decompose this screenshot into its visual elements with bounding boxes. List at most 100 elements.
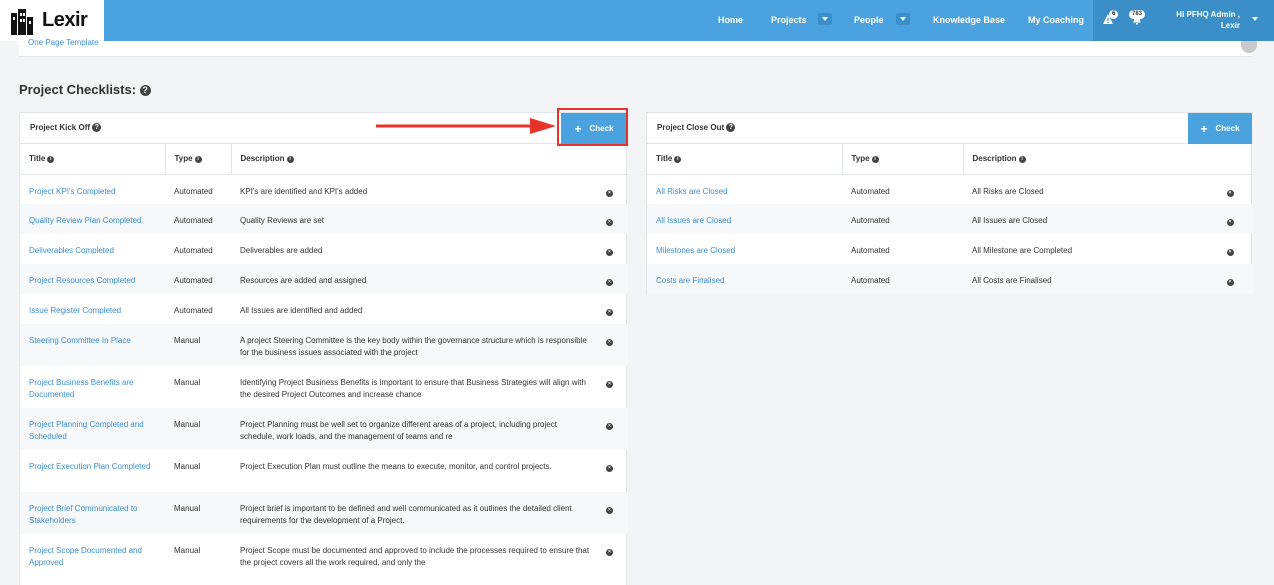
remove-icon[interactable]: ×	[1226, 279, 1234, 286]
column-header-type[interactable]: Type i	[842, 144, 964, 175]
row-delete: ×	[591, 294, 628, 324]
row-title-link[interactable]: All Issues are Closed	[647, 204, 842, 234]
nav-my-coaching[interactable]: My Coaching	[1028, 0, 1084, 41]
row-description: All Risks are Closed	[972, 186, 1044, 196]
column-header-label: Title	[29, 154, 46, 164]
row-type: Automated	[851, 246, 890, 255]
remove-icon[interactable]: ×	[606, 549, 613, 556]
row-description: KPI's are identified and KPI's added	[240, 186, 368, 196]
row-description: Project Planning must be well set to org…	[240, 420, 557, 441]
row-description: All Milestone are Completed	[972, 246, 1073, 255]
row-description: All Costs are Finalised	[972, 276, 1052, 285]
row-delete: ×	[591, 204, 628, 234]
remove-icon[interactable]: ×	[606, 279, 613, 286]
remove-icon[interactable]: ×	[606, 249, 613, 256]
kickoff-card: Project Kick Off ? + Check Title i Type i …	[19, 112, 628, 585]
people-dropdown-icon[interactable]	[896, 13, 910, 25]
row-delete: ×	[1207, 234, 1253, 264]
closeout-title-text: Project Close Out	[657, 123, 725, 132]
column-header-description[interactable]: Description i	[231, 144, 591, 175]
logo-text: Lexir	[42, 9, 88, 31]
row-title-link[interactable]: Project Scope Documented and Approved	[20, 534, 165, 576]
plus-icon: +	[1200, 121, 1208, 136]
row-delete: ×	[1207, 204, 1253, 234]
remove-icon[interactable]: ×	[606, 219, 613, 226]
table-row: Project Planning Completed and Scheduled…	[20, 408, 628, 450]
row-title-link[interactable]: All Risks are Closed	[647, 174, 842, 204]
table-row: Milestones are Closed Automated All Milest…	[647, 234, 1253, 264]
edit-icon[interactable]	[1241, 41, 1257, 53]
nav-home[interactable]: Home	[718, 0, 743, 41]
row-title-link[interactable]: Project Business Benefits are Documented	[20, 366, 165, 408]
table-row: All Issues are Closed Automated All Issues…	[647, 204, 1253, 234]
building-logo-icon	[11, 8, 33, 35]
remove-icon[interactable]: ×	[606, 339, 613, 346]
remove-icon[interactable]: ×	[606, 465, 613, 472]
row-title-link[interactable]: Project Execution Plan Completed	[20, 450, 165, 492]
row-title-link[interactable]: Quality Review Plan Completed	[20, 204, 165, 234]
remove-icon[interactable]: ×	[1226, 249, 1234, 256]
help-icon[interactable]: ?	[139, 85, 151, 97]
nav-projects[interactable]: Projects	[771, 0, 807, 41]
row-description: Project Execution Plan must outline the …	[240, 462, 552, 471]
row-description: All Issues are identified and added	[240, 306, 363, 315]
row-description: Deliverables are added	[240, 246, 323, 255]
closeout-table: Title i Type i Description i All Risks are …	[647, 144, 1253, 294]
row-title-link[interactable]: Steering Committee In Place	[20, 324, 165, 366]
column-header-label: Title	[656, 154, 673, 164]
row-title-link[interactable]: Milestones are Closed	[647, 234, 842, 264]
column-header-type[interactable]: Type i	[165, 144, 232, 175]
row-type: Manual	[174, 504, 201, 513]
row-delete: ×	[591, 324, 628, 366]
remove-icon[interactable]: ×	[606, 423, 613, 430]
remove-icon[interactable]: ×	[606, 309, 613, 316]
table-row: Quality Review Plan Completed Automated Qu…	[20, 204, 628, 234]
help-icon[interactable]: ?	[726, 123, 736, 133]
closeout-add-check-button[interactable]: + Check	[1188, 113, 1252, 144]
remove-icon[interactable]: ×	[606, 189, 613, 197]
kickoff-title: Project Kick Off ?	[30, 123, 102, 133]
nav-people[interactable]: People	[854, 0, 884, 41]
row-delete: ×	[591, 450, 628, 492]
remove-icon[interactable]: ×	[606, 381, 613, 388]
remove-icon[interactable]: ×	[606, 507, 613, 514]
remove-icon[interactable]: ×	[1226, 219, 1234, 226]
page-title: Project Checklists: ?	[19, 82, 151, 97]
row-type: Automated	[174, 186, 213, 196]
row-type: Automated	[174, 276, 213, 285]
row-title-link[interactable]: Project Resources Completed	[20, 264, 165, 294]
row-description: Project Scope must be documented and app…	[240, 546, 590, 567]
row-delete: ×	[1207, 174, 1253, 204]
row-title-link[interactable]: Project Brief Communicated to Stakeholde…	[20, 492, 165, 534]
row-title-link[interactable]: Project KPI's Completed	[20, 174, 165, 204]
table-row: Project Business Benefits are Documented…	[20, 366, 628, 408]
help-icon[interactable]: ?	[92, 123, 102, 133]
closeout-check-label: Check	[1215, 124, 1240, 133]
column-header-title[interactable]: Title i	[20, 144, 166, 175]
row-delete: ×	[591, 492, 628, 534]
row-title-link[interactable]: Project Planning Completed and Scheduled	[20, 408, 165, 450]
user-dropdown-icon[interactable]	[1248, 13, 1262, 25]
row-delete: ×	[591, 408, 628, 450]
info-icon: i	[674, 155, 682, 163]
row-delete: ×	[591, 534, 628, 576]
projects-dropdown-icon[interactable]	[818, 13, 832, 25]
column-header-label: Description	[972, 154, 1017, 164]
column-header-title[interactable]: Title i	[647, 144, 843, 175]
row-title-link[interactable]: Issue Register Completed	[20, 294, 165, 324]
one-page-template-link[interactable]: One Page Template	[28, 38, 99, 47]
user-greeting[interactable]: Hi PFHQ Admin , Lexir	[1168, 9, 1240, 31]
row-title-link[interactable]: Deliverables Completed	[20, 234, 165, 264]
table-row: Costs are Finalised Automated All Costs ar…	[647, 264, 1253, 294]
row-title-link[interactable]: Costs are Finalised	[647, 264, 842, 294]
closeout-card: Project Close Out ? + Check Title i Type i…	[646, 112, 1253, 294]
remove-icon[interactable]: ×	[1226, 189, 1234, 197]
nav-knowledge-base[interactable]: Knowledge Base	[933, 0, 1005, 41]
top-nav: Lexir Home Projects People Knowledge Bas…	[0, 0, 1274, 41]
logo[interactable]: Lexir	[0, 0, 104, 41]
row-type: Automated	[851, 276, 890, 285]
column-header-description[interactable]: Description i	[963, 144, 1207, 175]
column-header-label: Description	[240, 154, 285, 164]
row-type: Manual	[174, 420, 201, 429]
row-description: Project brief is important to be defined…	[240, 504, 572, 525]
